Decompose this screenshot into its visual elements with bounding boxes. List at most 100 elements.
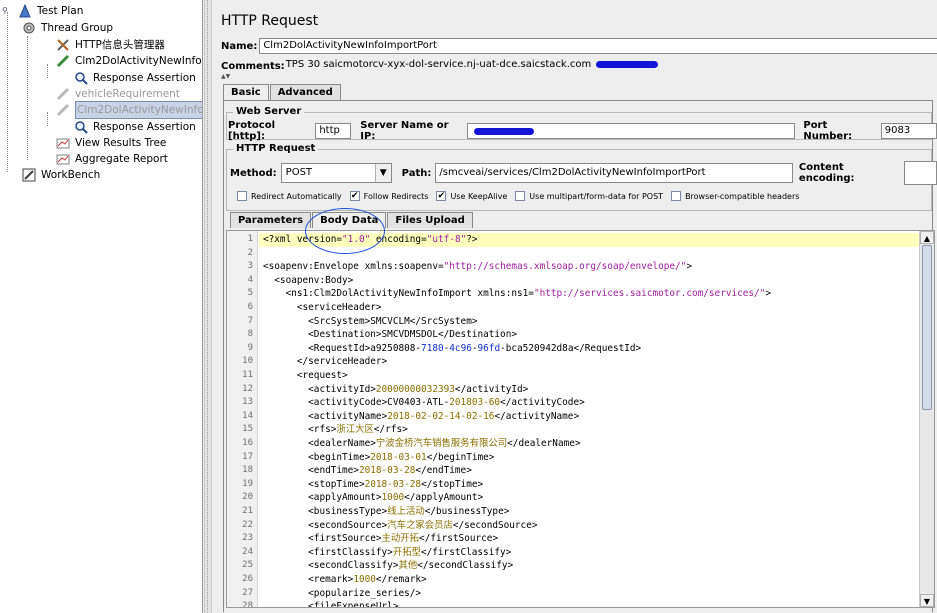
line-number: 13 [242,397,253,408]
code-line[interactable]: <serviceHeader> [263,301,382,315]
tree-item-label: HTTP信息头管理器 [75,39,165,51]
code-token: 201803-60 [449,397,501,409]
checkbox-redirect-automatically[interactable]: Redirect Automatically [237,191,342,201]
code-line[interactable]: <soapenv:Envelope xmlns:soapenv="http://… [263,260,692,274]
tree-item-label: WorkBench [41,169,101,181]
tab-basic[interactable]: Basic [223,84,269,100]
tree-item-sampler-1[interactable]: Clm2DolActivityNewInfoImp [56,53,202,69]
code-token: ?> [466,234,478,245]
line-number: 28 [242,601,253,608]
code-token: 7180 [421,342,444,354]
code-line[interactable]: <remark>1000</remark> [263,573,427,587]
code-token: -bca520942d8a</RequestId> [500,342,642,354]
port-field[interactable]: 9083 [880,123,937,139]
tree-item-header-manager[interactable]: HTTP信息头管理器 [56,37,165,53]
tree-item-workbench[interactable]: WorkBench [22,167,100,183]
scrollbar-thumb[interactable] [922,245,932,410]
code-token: </activityName> [494,410,580,422]
line-number: 10 [242,356,253,367]
tree-item-thread-group[interactable]: Thread Group [22,20,113,36]
code-line[interactable]: <rfs>浙江大区</rfs> [263,423,408,437]
code-line[interactable]: <ns1:Clm2DolActivityNewInfoImport xmlns:… [263,287,771,301]
checkbox-multipart[interactable]: Use multipart/form-data for POST [515,191,663,201]
code-line[interactable]: <secondSource>汽车之家会员店</secondSource> [263,519,537,533]
tab-advanced[interactable]: Advanced [269,84,341,100]
tab-parameters[interactable]: Parameters [230,212,312,228]
code-line[interactable]: <activityId>20000000032393</activityId> [263,383,528,397]
expand-handle-icon[interactable]: ⚲ [2,3,8,19]
code-token: </endTime> [415,465,472,477]
code-token: version= [296,234,343,245]
tree-item-label: Thread Group [41,22,114,34]
comments-field[interactable]: TPS 30 saicmotorcv-xyx-dol-service.nj-ua… [285,58,933,74]
content-encoding-field[interactable] [903,161,937,185]
method-select[interactable]: POST ▼ [280,163,392,183]
code-line[interactable]: <SrcSystem>SMCVCLM</SrcSystem> [263,315,477,329]
code-line[interactable]: <firstSource>主动开拓</firstSource> [263,532,498,546]
code-line[interactable]: <?xml version="1.0" encoding="utf-8"?> [259,233,923,247]
code-line[interactable]: <beginTime>2018-03-01</beginTime> [263,451,494,465]
code-line[interactable]: <popularize_series/> [263,587,421,601]
code-line[interactable]: <activityCode>CV0403-ATL-201803-60</acti… [263,396,585,410]
test-plan-tree[interactable]: ⚲ Test Plan Thread Group HTTP信息头管理器 Clm2… [0,0,203,613]
tree-item-vehicle-requirement[interactable]: vehicleRequirement [56,86,180,102]
code-token: <?xml [263,234,297,245]
code-token: 其他 [398,560,418,572]
server-field[interactable] [467,123,796,139]
code-token: </remark> [375,574,427,585]
code-line[interactable]: <dealerName>宁波金桥汽车销售服务有限公司</dealerName> [263,437,580,451]
protocol-field[interactable]: http [315,123,352,139]
tree-item-response-assertion-1[interactable]: Response Assertion [74,70,196,86]
tree-item-view-results-tree[interactable]: View Results Tree [56,135,166,151]
code-line[interactable]: <activityName>2018-02-02-14-02-16</activ… [263,410,579,424]
comments-text: TPS 30 saicmotorcv-xyx-dol-service.nj-ua… [285,59,592,70]
collapse-arrows-icon[interactable]: ▲▼ [221,73,235,80]
checkbox-follow-redirects[interactable]: ✔ Follow Redirects [349,191,428,201]
code-line[interactable]: <stopTime>2018-03-28</stopTime> [263,478,483,492]
code-line[interactable]: <request> [263,369,348,383]
code-token: <rfs> [263,424,337,436]
code-token: </secondClassify> [417,560,514,572]
name-field[interactable]: Clm2DolActivityNewInfoImportPort [259,38,937,54]
code-token: 浙江大区 [336,424,374,436]
code-token: "http://services.saicmotor.com/services/… [533,288,766,300]
code-token: </serviceHeader> [263,356,388,368]
line-number: 6 [247,302,253,312]
code-line[interactable]: <fileExpenseUrl> [263,600,398,607]
split-pane-divider[interactable] [204,0,212,613]
checkbox-box [237,191,247,201]
tree-item-sampler-2-selected[interactable]: Clm2DolActivityNewInfoImp [56,101,202,119]
code-token: <popularize_series/> [263,587,422,599]
redaction-scribble [596,60,659,68]
scroll-down-icon[interactable]: ▼ [920,594,934,607]
code-token: <endTime> [263,465,359,477]
tab-body-data[interactable]: Body Data [312,212,387,228]
options-checkbox-row: Redirect Automatically ✔ Follow Redirects… [237,191,807,201]
path-field[interactable]: /smcveai/services/Clm2DolActivityNewInfo… [435,163,793,183]
checkbox-use-keepalive[interactable]: ✔ Use KeepAlive [436,191,507,201]
chevron-down-icon[interactable]: ▼ [374,164,391,182]
vertical-scrollbar[interactable]: ▲ ▼ [919,231,934,607]
line-number: 9 [247,342,253,353]
code-token: 96fd [477,342,501,354]
code-line[interactable]: <soapenv:Body> [263,274,353,288]
tree-item-aggregate-report[interactable]: Aggregate Report [56,151,168,167]
tree-item-response-assertion-2[interactable]: Response Assertion [74,119,196,135]
line-number: 26 [242,574,253,584]
code-line[interactable]: <Destination>SMCVDMSDOL</Destination> [263,328,517,342]
checkbox-browser-compatible[interactable]: Browser-compatible headers [671,191,799,201]
code-line[interactable]: <secondClassify>其他</secondClassify> [263,559,513,573]
code-line[interactable]: <businessType>线上活动</businessType> [263,505,509,519]
body-data-editor[interactable]: 1 2 3 4 5 6 7 8 9 10 11 12 13 14 15 16 17 18 19 20 21 22 23 24 2… [226,230,935,608]
code-line[interactable]: <applyAmount>1000</applyAmount> [263,491,483,505]
server-label: Server Name or IP: [360,120,449,142]
code-line[interactable]: <RequestId>a9250808-7180-4c96-96fd-bca52… [263,342,641,356]
scroll-up-icon[interactable]: ▲ [920,231,934,244]
tree-item-test-plan[interactable]: ⚲ Test Plan [2,3,83,19]
code-line[interactable]: <endTime>2018-03-28</endTime> [263,464,472,478]
page-title: HTTP Request [221,13,319,29]
line-number: 4 [247,274,253,285]
code-line[interactable]: <firstClassify>开拓型</firstClassify> [263,546,511,560]
tab-files-upload[interactable]: Files Upload [387,212,473,228]
code-line[interactable]: </serviceHeader> [263,355,387,369]
